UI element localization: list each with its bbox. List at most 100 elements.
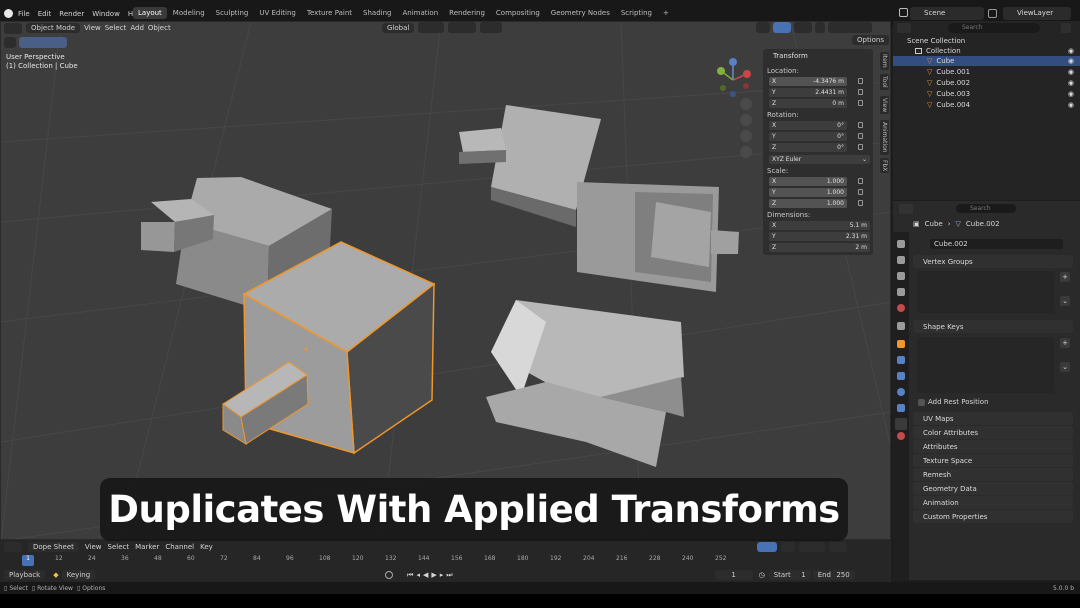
viewport-scene[interactable] — [1, 22, 891, 540]
shape-keys-header[interactable]: Shape Keys — [913, 320, 1073, 333]
properties-search-input[interactable]: Search — [956, 204, 1016, 213]
location-z-field[interactable]: Z 0 m — [769, 99, 847, 108]
lock-icon[interactable] — [858, 178, 863, 184]
cube-003-mesh[interactable] — [577, 182, 739, 292]
prev-keyframe-icon[interactable]: ◂ — [416, 571, 420, 579]
menu-file[interactable]: File — [14, 10, 34, 18]
lock-icon[interactable] — [858, 189, 863, 195]
tab-shading[interactable]: Shading — [358, 7, 396, 19]
view-layer-selector[interactable]: ViewLayer — [1003, 7, 1071, 20]
outliner-item-cube-002[interactable]: ▽ Cube.002 ◉ — [893, 78, 1080, 88]
tab-texture-paint[interactable]: Texture Paint — [302, 7, 357, 19]
tab-scripting[interactable]: Scripting — [616, 7, 657, 19]
current-frame-field[interactable]: 1 — [714, 570, 753, 580]
render-tab-icon[interactable] — [897, 256, 905, 264]
eye-icon[interactable]: ◉ — [1068, 57, 1074, 65]
physics-tab-icon[interactable] — [897, 388, 905, 396]
select-mode-buttons[interactable] — [19, 36, 67, 48]
play-icon[interactable]: ▶ — [431, 571, 436, 579]
lock-icon[interactable] — [858, 200, 863, 206]
vertex-group-menu-button[interactable]: ⌄ — [1060, 296, 1070, 306]
location-y-field[interactable]: Y 2.4431 m — [769, 88, 847, 97]
outliner-item-cube[interactable]: ▽ Cube ◉ — [893, 56, 1080, 66]
dope-sheet-editor-type[interactable] — [4, 542, 22, 552]
gizmo-toggle-icon[interactable] — [773, 22, 791, 33]
shape-key-menu-button[interactable]: ⌄ — [1060, 362, 1070, 372]
options-button[interactable]: Options — [852, 35, 890, 45]
outliner-editor-type-icon[interactable] — [897, 23, 911, 33]
particles-tab-icon[interactable] — [897, 372, 905, 380]
rotation-y-field[interactable]: Y 0° — [769, 132, 847, 141]
camera-view-icon[interactable] — [740, 130, 752, 142]
view-layer-tab-icon[interactable] — [897, 288, 905, 296]
only-selected-icon[interactable] — [757, 542, 777, 552]
transform-orientation[interactable]: Global — [382, 22, 415, 33]
proportional-icon[interactable] — [829, 542, 847, 552]
geometry-data-header[interactable]: Geometry Data — [913, 482, 1073, 495]
playback-menu[interactable]: Playback — [4, 570, 46, 580]
eye-icon[interactable]: ◉ — [1068, 79, 1074, 87]
lock-icon[interactable] — [858, 100, 863, 106]
uv-maps-header[interactable]: UV Maps — [913, 412, 1073, 425]
scale-x-field[interactable]: X 1.000 — [769, 177, 847, 186]
menu-view[interactable]: View — [84, 24, 101, 32]
filter-icon[interactable] — [1046, 23, 1056, 33]
menu-object[interactable]: Object — [148, 24, 171, 32]
eye-icon[interactable]: ◉ — [1068, 90, 1074, 98]
tab-modeling[interactable]: Modeling — [168, 7, 210, 19]
pan-hand-icon[interactable] — [740, 114, 752, 126]
mode-selector[interactable]: Object Mode — [26, 23, 81, 33]
rotation-x-field[interactable]: X 0° — [769, 121, 847, 130]
keying-menu[interactable]: Keying — [61, 570, 96, 580]
frame-ruler[interactable]: 1 12 24 36 48 60 72 84 96 108 120 132 14… — [22, 555, 780, 566]
color-attributes-header[interactable]: Color Attributes — [913, 426, 1073, 439]
add-shape-key-button[interactable]: + — [1060, 338, 1070, 348]
dope-menu-marker[interactable]: Marker — [135, 543, 159, 551]
end-frame-field[interactable]: End 250 — [812, 570, 855, 580]
scale-z-field[interactable]: Z 1.000 — [769, 199, 847, 208]
outliner-item-cube-001[interactable]: ▽ Cube.001 ◉ — [893, 67, 1080, 77]
eye-icon[interactable]: ◉ — [1068, 101, 1074, 109]
sidebar-tab-fbx[interactable]: FbX — [880, 158, 889, 174]
jump-start-icon[interactable]: ⏮ — [407, 571, 413, 580]
snap-mode-icon[interactable] — [799, 542, 825, 552]
outliner-scene-collection[interactable]: Scene Collection — [893, 36, 1080, 46]
lock-icon[interactable] — [858, 133, 863, 139]
3d-viewport[interactable] — [0, 21, 891, 540]
tab-rendering[interactable]: Rendering — [444, 7, 490, 19]
cube-004-mesh[interactable] — [486, 300, 684, 467]
outliner-item-cube-003[interactable]: ▽ Cube.003 ◉ — [893, 89, 1080, 99]
sidebar-tab-item[interactable]: Item — [880, 52, 889, 70]
lock-icon[interactable] — [858, 122, 863, 128]
outliner-item-cube-004[interactable]: ▽ Cube.004 ◉ — [893, 100, 1080, 110]
sidebar-tab-tool[interactable]: Tool — [880, 74, 889, 90]
world-tab-icon[interactable] — [897, 304, 905, 312]
tool-select-icon[interactable] — [4, 36, 16, 48]
dimensions-z-field[interactable]: Z 2 m — [769, 243, 870, 252]
jump-end-icon[interactable]: ⏭ — [446, 571, 452, 580]
editor-type-button[interactable] — [4, 22, 22, 34]
tab-geometry-nodes[interactable]: Geometry Nodes — [546, 7, 615, 19]
dimensions-y-field[interactable]: Y 2.31 m — [769, 232, 870, 241]
add-workspace-button[interactable]: + — [658, 7, 674, 19]
rotation-z-field[interactable]: Z 0° — [769, 143, 847, 152]
play-reverse-icon[interactable]: ◀ — [423, 571, 428, 579]
mesh-name-field[interactable]: Cube.002 — [930, 239, 1063, 249]
stopwatch-icon[interactable]: ◷ — [759, 571, 765, 579]
vertex-groups-list[interactable] — [917, 271, 1054, 313]
lock-icon[interactable] — [858, 78, 863, 84]
animation-header[interactable]: Animation — [913, 496, 1073, 509]
blender-logo-icon[interactable] — [4, 9, 13, 18]
vertex-groups-header[interactable]: Vertex Groups — [913, 255, 1073, 268]
tab-compositing[interactable]: Compositing — [491, 7, 545, 19]
menu-select[interactable]: Select — [105, 24, 127, 32]
start-frame-field[interactable]: Start 1 — [768, 570, 811, 580]
outliner-collection[interactable]: Collection ◉ — [893, 46, 1080, 56]
shading-mode-buttons[interactable] — [828, 22, 872, 33]
tab-animation[interactable]: Animation — [397, 7, 443, 19]
lock-icon[interactable] — [858, 144, 863, 150]
custom-properties-header[interactable]: Custom Properties — [913, 510, 1073, 523]
dope-menu-key[interactable]: Key — [200, 543, 213, 551]
material-tab-icon[interactable] — [897, 432, 905, 440]
location-x-field[interactable]: X -4.3476 m — [769, 77, 847, 86]
